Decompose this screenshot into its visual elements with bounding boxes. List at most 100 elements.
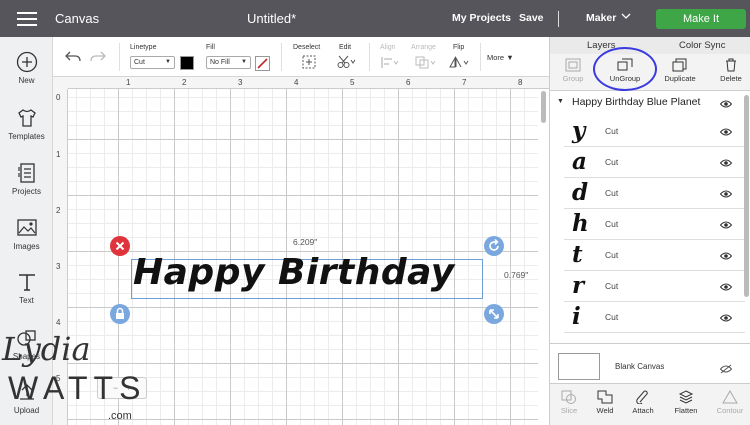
layer-row[interactable]: d Cut (564, 178, 745, 209)
layer-row[interactable]: a Cut (564, 147, 745, 178)
flatten-button[interactable]: Flatten (668, 390, 704, 415)
sidebar-item-templates[interactable]: Templates (0, 107, 53, 141)
layer-thumbnail: d (572, 179, 589, 206)
tab-color-sync[interactable]: Color Sync (679, 40, 725, 51)
resize-icon (489, 309, 499, 319)
flip-label: Flip (453, 44, 465, 51)
linetype-select[interactable]: Cut ▼ (130, 56, 175, 69)
zoom-control[interactable]: − + (97, 377, 147, 399)
scissors-icon[interactable] (337, 55, 357, 74)
attach-label: Attach (632, 406, 654, 415)
menu-icon[interactable] (17, 12, 37, 26)
linetype-value: Cut (134, 59, 145, 66)
flatten-icon (678, 390, 694, 404)
arrange-icon[interactable] (415, 56, 437, 74)
group-icon (565, 58, 581, 72)
eye-icon[interactable] (720, 100, 732, 108)
eye-icon[interactable] (720, 190, 732, 198)
layer-row[interactable]: t Cut (564, 240, 745, 271)
canvas-scrollbar[interactable] (541, 91, 546, 123)
layer-row[interactable]: r Cut (564, 271, 745, 302)
layer-operation: Cut (605, 281, 619, 291)
blank-canvas-row[interactable]: Blank Canvas (550, 343, 750, 381)
fill-value: No Fill (210, 59, 230, 66)
redo-icon[interactable] (90, 50, 106, 68)
layer-group-header[interactable]: ▼ Happy Birthday Blue Planet (550, 93, 745, 113)
collapse-arrow-icon[interactable]: ▼ (557, 98, 564, 105)
eye-icon[interactable] (720, 128, 732, 136)
eye-icon[interactable] (720, 221, 732, 229)
more-label: More (487, 53, 505, 62)
more-menu[interactable]: More ▼ (487, 53, 514, 62)
left-ruler: 0 1 2 3 4 5 (53, 77, 68, 425)
sidebar-item-upload[interactable]: Upload (0, 381, 53, 415)
slice-button[interactable]: Slice (554, 390, 584, 415)
my-projects-link[interactable]: My Projects (452, 12, 511, 24)
layer-thumbnail: r (572, 272, 585, 299)
linetype-color-swatch[interactable] (180, 56, 194, 70)
eye-hidden-icon[interactable] (720, 364, 732, 374)
duplicate-button[interactable]: Duplicate (660, 58, 700, 83)
sidebar-item-new[interactable]: New (0, 51, 53, 85)
text-icon (18, 274, 35, 291)
ruler-mark: 1 (126, 78, 131, 87)
flip-icon[interactable] (449, 56, 471, 74)
trash-icon (726, 58, 736, 72)
lock-handle[interactable] (110, 304, 130, 324)
group-button[interactable]: Group (558, 58, 588, 83)
sidebar-label-shapes: Shapes (12, 352, 41, 361)
layer-row[interactable]: i Cut (564, 302, 745, 333)
save-button[interactable]: Save (519, 12, 544, 24)
machine-selector[interactable]: Maker (586, 12, 616, 24)
shirt-icon (17, 109, 36, 127)
layer-operation: Cut (605, 157, 619, 167)
layer-row[interactable]: h Cut (564, 209, 745, 240)
layer-operation: Cut (605, 250, 619, 260)
eye-icon[interactable] (720, 314, 732, 322)
eye-icon[interactable] (720, 283, 732, 291)
layer-thumbnail: h (572, 210, 589, 237)
eye-icon[interactable] (720, 159, 732, 167)
chevron-down-icon: ▼ (165, 59, 171, 65)
upload-icon (19, 384, 34, 400)
eye-icon[interactable] (720, 252, 732, 260)
document-title[interactable]: Untitled* (247, 11, 296, 26)
layers-scrollbar[interactable] (744, 95, 749, 297)
delete-label: Delete (720, 74, 742, 83)
attach-button[interactable]: Attach (628, 390, 658, 415)
contour-button[interactable]: Contour (712, 390, 748, 415)
sidebar-item-projects[interactable]: Projects (0, 162, 53, 196)
layer-thumbnail: a (572, 148, 587, 175)
weld-icon (597, 390, 613, 404)
undo-icon[interactable] (65, 50, 81, 68)
topbar-divider (558, 11, 559, 27)
image-icon (16, 219, 37, 236)
deselect-icon[interactable] (302, 55, 316, 74)
ruler-mark: 8 (518, 78, 523, 87)
layer-thumbnail: i (572, 303, 581, 330)
design-canvas[interactable]: 1 2 3 4 5 6 7 8 0 1 2 3 4 5 6.209" 0.769… (53, 77, 550, 425)
top-ruler: 1 2 3 4 5 6 7 8 (53, 77, 550, 89)
rotate-handle[interactable] (484, 236, 504, 256)
make-it-button[interactable]: Make It (656, 9, 746, 29)
chevron-down-icon[interactable] (621, 12, 631, 22)
edit-label: Edit (339, 44, 352, 51)
duplicate-label: Duplicate (664, 74, 696, 83)
layer-row[interactable]: y Cut (564, 116, 745, 147)
sidebar-item-images[interactable]: Images (0, 217, 53, 251)
scale-handle[interactable] (484, 304, 504, 324)
toolbar-divider (281, 43, 282, 71)
arrange-label: Arrange (411, 44, 436, 51)
ruler-corner (53, 77, 68, 89)
slice-icon (561, 390, 576, 404)
blank-canvas-swatch[interactable] (558, 353, 600, 380)
fill-select[interactable]: No Fill ▼ (206, 56, 251, 69)
delete-button[interactable]: Delete (716, 58, 746, 83)
fill-pattern-swatch[interactable] (255, 56, 270, 71)
sidebar-item-shapes[interactable]: Shapes (0, 327, 53, 361)
design-text[interactable]: Happy Birthday (133, 252, 455, 293)
align-icon[interactable] (380, 56, 400, 74)
sidebar-item-text[interactable]: Text (0, 271, 53, 305)
weld-button[interactable]: Weld (590, 390, 620, 415)
delete-handle[interactable] (110, 236, 130, 256)
